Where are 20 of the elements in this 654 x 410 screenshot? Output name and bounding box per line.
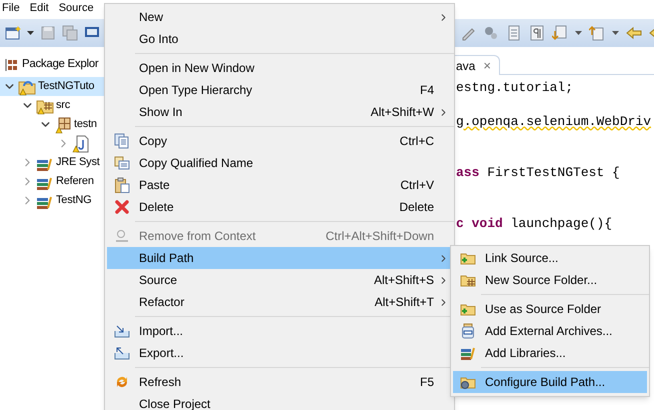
shortcut-label: F4	[420, 82, 434, 99]
tree-label: JRE Syst	[56, 155, 100, 170]
shortcut-label: Alt+Shift+T	[374, 294, 434, 311]
tree-label: TestNGTuto	[38, 79, 94, 94]
shortcut-label: Ctrl+C	[400, 133, 434, 150]
tree-label: testn	[74, 117, 97, 132]
tree-label: TestNG	[56, 193, 92, 208]
tree-label: Referen	[56, 174, 94, 190]
shortcut-label: Alt+Shift+S	[374, 272, 434, 289]
code-line: c void launchpage(){	[456, 214, 612, 233]
code-line: ass FirstTestNGTest {	[456, 164, 620, 182]
code-line: estng.tutorial;	[456, 78, 574, 97]
shortcut-label: Delete	[399, 199, 434, 216]
tree-label: src	[56, 98, 70, 114]
shortcut-label: Ctrl+Alt+Shift+Down	[326, 228, 434, 245]
code-line: g.openqa.selenium.WebDriv	[456, 112, 652, 131]
shortcut-label: Ctrl+V	[400, 177, 434, 194]
shortcut-label: F5	[420, 374, 434, 391]
package-explorer-title: Package Explor	[22, 57, 98, 72]
shortcut-label: Alt+Shift+W	[370, 104, 434, 121]
